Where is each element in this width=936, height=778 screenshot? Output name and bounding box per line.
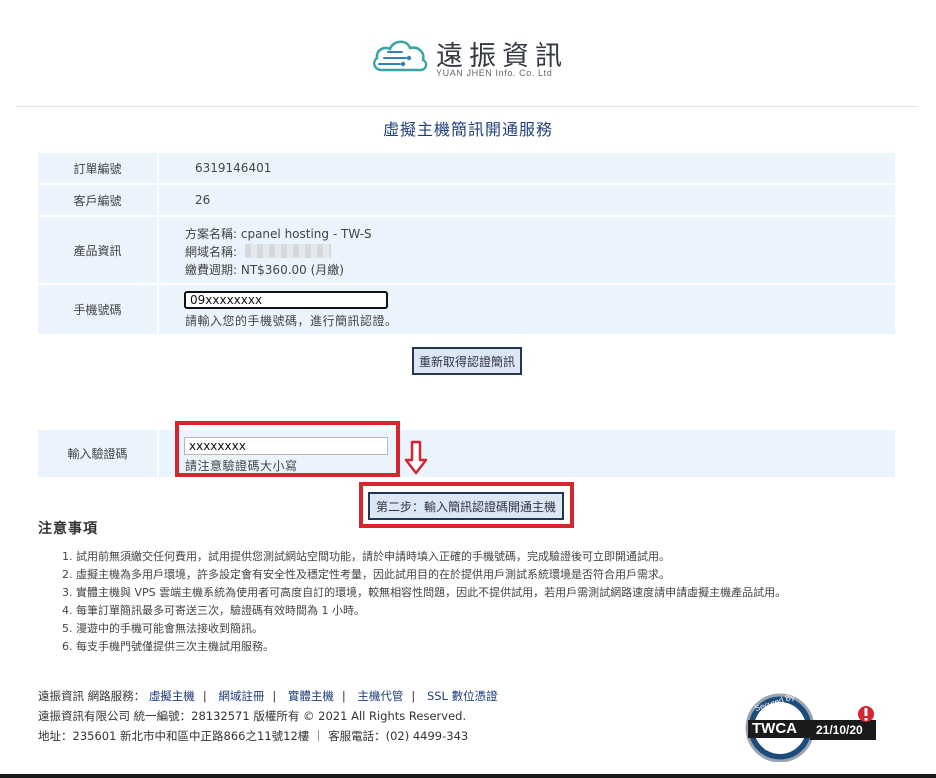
note-item: 2. 虛擬主機為多用戶環境，許多設定會有安全性及穩定性考量，因此試用目的在於提供… xyxy=(62,568,670,581)
highlight-verify-box xyxy=(175,421,400,477)
product-info-row: 產品資訊 方案名稱: cpanel hosting - TW-S 網域名稱: 繳… xyxy=(38,217,895,283)
footer-address: 地址：235601 新北市中和區中正路866之11號12樓 ｜ 客服電話：(02… xyxy=(38,729,469,743)
note-item: 6. 每支手機門號僅提供三次主機試用服務。 xyxy=(62,640,274,653)
note-item: 4. 每筆訂單簡訊最多可寄送三次，驗證碼有效時間為 1 小時。 xyxy=(62,604,365,617)
down-arrow-icon xyxy=(404,440,428,475)
footer-link-ssl[interactable]: SSL 數位憑證 xyxy=(427,689,498,703)
domain-name: 網域名稱: xyxy=(185,243,331,260)
page-title: 虛擬主機簡訊開通服務 xyxy=(382,120,553,139)
footer-company: 遠振資訊有限公司 統一編號：28132571 版權所有 © 2021 All R… xyxy=(38,709,467,723)
footer-link-virtual-host[interactable]: 虛擬主機 xyxy=(149,689,195,703)
order-number-label: 訂單編號 xyxy=(73,161,122,176)
footer: 遠振資訊 網路服務： 虛擬主機 | 網域註冊 | 實體主機 | 主機代管 | SSL 數… xyxy=(38,686,498,746)
footer-services: 遠振資訊 網路服務： 虛擬主機 | 網域註冊 | 實體主機 | 主機代管 | SSL 數… xyxy=(38,689,498,703)
footer-link-colocation[interactable]: 主機代管 xyxy=(357,689,403,703)
header-divider xyxy=(16,106,918,107)
note-item: 3. 實體主機與 VPS 雲端主機系統為使用者可高度自訂的環境，較無相容性問題，… xyxy=(62,586,787,599)
bottom-border xyxy=(0,774,936,778)
domain-name-redacted xyxy=(244,244,331,258)
resend-sms-button[interactable]: 重新取得認證簡訊 xyxy=(412,347,522,375)
domain-name-label: 網域名稱: xyxy=(185,245,238,259)
order-number-value: 6319146401 xyxy=(195,161,272,175)
notes-title: 注意事項 xyxy=(38,521,98,537)
badge-date: 21/10/20 xyxy=(816,723,863,737)
customer-number-value: 26 xyxy=(195,193,211,207)
phone-row: 手機號碼 09xxxxxxxx 請輸入您的手機號碼，進行簡訊認證。 xyxy=(38,285,895,334)
badge-bottom-text: 臺灣網認 xyxy=(764,743,792,751)
customer-number-label: 客戶編號 xyxy=(73,193,122,208)
phone-hint: 請輸入您的手機號碼，進行簡訊認證。 xyxy=(185,314,398,328)
badge-brand: TWCA xyxy=(752,720,797,737)
customer-number-row: 客戶編號 26 xyxy=(38,185,895,215)
note-item: 1. 試用前無須繳交任何費用，試用提供您測試網站空間功能，請於申請時填入正確的手… xyxy=(62,550,670,563)
footer-link-domain[interactable]: 網域註冊 xyxy=(218,689,264,703)
phone-label: 手機號碼 xyxy=(73,303,122,317)
order-number-row: 訂單編號 6319146401 xyxy=(38,153,895,183)
verify-code-row: 輸入驗證碼 xxxxxxxx 請注意驗證碼大小寫 xyxy=(38,430,895,477)
company-logo[interactable]: 遠振資訊 YUAN JHEN Info. Co. Ltd xyxy=(370,34,580,82)
brand-name-en: YUAN JHEN Info. Co. Ltd xyxy=(436,68,553,78)
note-item: 5. 漫遊中的手機可能會無法接收到簡訊。 xyxy=(62,622,263,635)
footer-services-label: 遠振資訊 網路服務： xyxy=(38,689,146,703)
plan-name: 方案名稱: cpanel hosting - TW-S xyxy=(185,227,372,241)
phone-input[interactable]: 09xxxxxxxx xyxy=(184,291,388,309)
product-info-label: 產品資訊 xyxy=(73,243,122,258)
step2-activate-button[interactable]: 第二步：輸入簡訊認證碼開通主機 xyxy=(368,492,564,520)
twca-secured-badge[interactable]: Secured By TWCA 21/10/20 臺灣網認 xyxy=(744,690,880,763)
footer-link-dedicated[interactable]: 實體主機 xyxy=(288,689,334,703)
cloud-logo-icon xyxy=(373,40,428,72)
verify-code-label: 輸入驗證碼 xyxy=(67,447,128,461)
notes-list: 1. 試用前無須繳交任何費用，試用提供您測試網站空間功能，請於申請時填入正確的手… xyxy=(62,548,786,656)
billing-cycle: 繳費週期: NT$360.00 (月繳) xyxy=(185,263,344,277)
